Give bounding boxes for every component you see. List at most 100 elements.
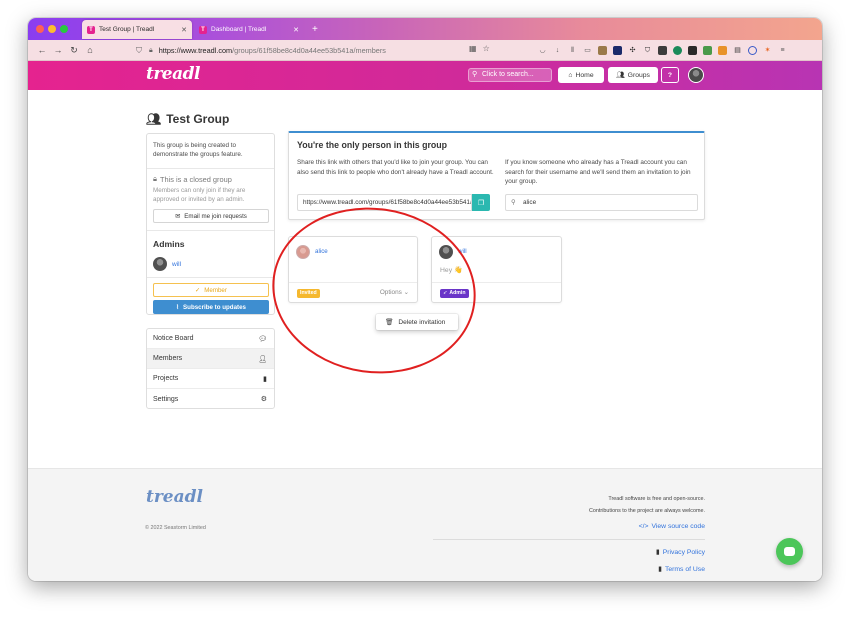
privacy-policy-link[interactable]: ▮ Privacy Policy [655,548,705,557]
page-footer: treadl © 2022 Seastorm Limited Treadl so… [28,468,822,581]
book-icon: ▮ [655,549,660,556]
group-info-card: This group is being created to demonstra… [146,133,275,315]
member-avatar [296,245,310,259]
reload-icon[interactable]: ↻ [66,45,82,56]
zoom-window-button[interactable] [60,25,68,33]
treadl-favicon-icon: T [87,25,95,34]
options-dropdown-button[interactable]: Options ⌄ [380,288,409,296]
subscribe-button[interactable]: ⌇ Subscribe to updates [153,300,269,314]
footer-contrib-text: Contributions to the project are always … [589,508,705,514]
treadl-logo[interactable]: treadl [146,64,201,84]
new-tab-icon[interactable]: + [306,20,318,40]
invited-badge: Invited [297,289,320,298]
email-join-requests-button[interactable]: ✉ Email me join requests [153,209,269,223]
search-input[interactable]: ⚲ Click to search... [468,68,552,82]
menu-item-label: Settings [153,395,179,403]
menu-item-projects[interactable]: Projects ▮ [147,369,274,389]
subscribe-btn-label: Subscribe to updates [183,303,246,311]
extension-icon[interactable] [688,46,697,55]
member-name[interactable]: will [458,248,467,255]
terms-label: Terms of Use [664,565,705,573]
help-button[interactable]: ? [661,67,679,83]
badge-label: Invited [300,290,317,296]
extension-icon[interactable]: ▤ [733,46,742,55]
library-icon[interactable]: ⫴ [568,46,577,55]
invite-title: You're the only person in this group [297,140,448,150]
email-btn-label: Email me join requests [184,212,247,220]
metamask-icon[interactable] [718,46,727,55]
close-tab-icon[interactable]: ✕ [181,26,187,34]
member-avatar [439,245,453,259]
extension-icon[interactable] [658,46,667,55]
footer-opensource-text: Treadl software is free and open-source. [608,496,705,502]
search-icon: ⚲ [511,199,516,206]
close-tab-icon[interactable]: ✕ [293,26,299,34]
extension-icon[interactable] [613,46,622,55]
extension-icon[interactable]: ✣ [628,46,637,55]
extension-icon[interactable] [703,46,712,55]
pocket-icon[interactable]: ◡ [538,46,547,55]
page-title: 👥︎ Test Group [146,112,229,126]
copy-link-button[interactable]: ❐ [472,194,490,211]
delete-invitation-menu-item[interactable]: 🗑︎ Delete invitation [376,314,458,330]
forward-icon[interactable]: → [50,45,66,55]
badge-label: Admin [449,290,466,296]
share-link-input[interactable]: https://www.treadl.com/groups/61f58be8c4… [297,194,472,211]
divider [147,168,274,169]
terms-of-use-link[interactable]: ▮ Terms of Use [658,565,705,574]
tab-test-group[interactable]: T Test Group | Treadl ✕ [82,20,192,39]
menu-item-settings[interactable]: Settings ⚙ [147,389,274,408]
extension-icon[interactable] [748,46,757,55]
code-icon: </> [638,523,649,530]
menu-item-members[interactable]: Members 👤︎ [147,349,274,369]
home-button[interactable]: ⌂ Home [558,67,604,83]
address-bar[interactable]: ⛉ 🔒︎ https://www.treadl.com/groups/61f58… [136,42,498,59]
admin-item[interactable]: will [153,257,181,271]
url-path: /groups/61f58be8c4d0a44ee53b541a/members [232,46,386,55]
rss-icon: ⌇ [176,303,180,311]
menu-item-notice-board[interactable]: Notice Board 💬︎ [147,329,274,349]
tab-dashboard[interactable]: T Dashboard | Treadl ✕ [194,20,304,39]
browser-window: T Test Group | Treadl ✕ T Dashboard | Tr… [28,18,822,581]
star-icon[interactable]: ☆ [483,44,490,53]
sidebar-icon[interactable]: ▭ [583,46,592,55]
username-search-input[interactable]: ⚲ alice [505,194,698,211]
minimize-window-button[interactable] [48,25,56,33]
qr-icon[interactable]: ▦ [469,44,477,53]
close-window-button[interactable] [36,25,44,33]
gears-icon: ⚙ [260,396,267,403]
menu-item-label: Members [153,355,183,362]
back-icon[interactable]: ← [34,45,50,55]
chat-widget-button[interactable] [776,538,803,565]
admins-heading: Admins [153,239,185,249]
extension-icon[interactable]: ✶ [763,46,772,55]
member-card-footer: ➶ Admin [432,282,561,302]
search-icon: ⚲ [472,71,478,78]
treadl-favicon-icon: T [199,25,207,34]
extension-icon[interactable] [598,46,607,55]
footer-divider [433,539,705,540]
extension-icon[interactable] [673,46,682,55]
user-avatar[interactable] [688,67,704,83]
check-icon: ✓ [195,286,201,294]
member-button[interactable]: ✓ Member [153,283,269,297]
groups-button[interactable]: 👥︎ Groups [608,67,658,83]
menu-icon[interactable]: ≡ [778,46,787,55]
url-domain: https://www.treadl.com [158,46,233,55]
view-source-link[interactable]: </> View source code [639,523,705,530]
share-link-description: Share this link with others that you'd l… [297,159,494,176]
admin-name[interactable]: will [172,261,181,268]
download-icon[interactable]: ↓ [553,46,562,55]
group-menu: Notice Board 💬︎ Members 👤︎ Projects ▮ Se… [146,328,275,409]
tab-title: Dashboard | Treadl [211,26,267,33]
extension-icon[interactable]: ⛉ [643,46,652,55]
home-icon[interactable]: ⌂ [82,45,98,55]
footer-logo[interactable]: treadl [146,487,203,507]
copy-icon: ❐ [477,199,485,207]
delete-invitation-label: Delete invitation [398,318,446,326]
divider [147,230,274,231]
invite-user-description: If you know someone who already has a Tr… [505,159,691,185]
invite-info-card: You're the only person in this group Sha… [288,131,705,220]
member-name[interactable]: alice [315,248,328,255]
envelope-icon: ✉ [175,212,181,220]
